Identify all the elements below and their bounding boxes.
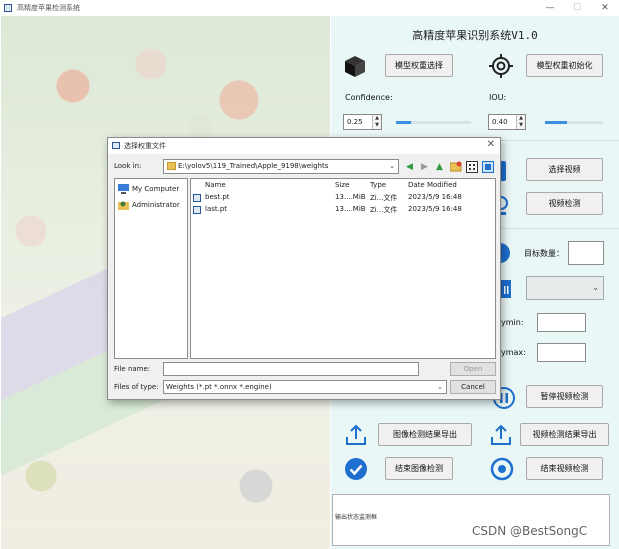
model-init-button[interactable]: 模型权重初始化	[526, 54, 603, 77]
look-in-label: Look in:	[114, 162, 142, 170]
maximize-button[interactable]: ☐	[563, 0, 591, 16]
export-video-button[interactable]: 视频检测结果导出	[520, 423, 609, 446]
confidence-value: 0.25	[347, 118, 363, 126]
col-type[interactable]: Type	[370, 181, 386, 189]
iou-spinbox[interactable]: 0.40 ▲ ▼	[488, 114, 526, 130]
output-status-box: 输出状态监测框	[332, 494, 610, 546]
minimize-button[interactable]: —	[536, 0, 564, 16]
file-row[interactable]: best.pt 13....MiB Zi...文件 2023/5/9 16:48	[191, 192, 495, 204]
up-icon[interactable]: ▲	[433, 160, 446, 173]
stop-image-button[interactable]: 结束图像检测	[385, 457, 453, 480]
iou-label: IOU:	[489, 93, 507, 102]
detail-view-icon[interactable]	[481, 160, 494, 173]
confidence-slider[interactable]	[396, 121, 471, 124]
sidebar-label: My Computer	[132, 185, 180, 193]
list-view-icon[interactable]	[465, 160, 478, 173]
app-title: 高精度苹果识别系统V1.0	[412, 29, 538, 42]
file-name-label: File name:	[114, 365, 151, 373]
open-button[interactable]: Open	[450, 362, 496, 376]
ymax-field	[537, 343, 586, 362]
files-of-type-label: Files of type:	[114, 383, 159, 391]
model-select-button[interactable]: 模型权重选择	[385, 54, 453, 77]
ymin-label: ymin:	[501, 318, 524, 327]
pause-video-button[interactable]: 暂停视频检测	[526, 385, 603, 408]
target-count-field	[568, 241, 604, 265]
dialog-app-icon	[112, 142, 120, 149]
folder-icon	[167, 162, 176, 170]
file-name-input[interactable]	[163, 362, 419, 376]
target-init-icon	[488, 53, 514, 79]
sidebar-item-administrator[interactable]: Administrator	[118, 200, 180, 210]
watermark: CSDN @BestSongC	[472, 524, 588, 538]
iou-value: 0.40	[492, 118, 508, 126]
file-size: 13....MiB	[335, 205, 366, 213]
file-list: ⌃ Name Size Type Date Modified best.pt 1…	[190, 178, 496, 359]
computer-icon	[118, 184, 129, 194]
iou-slider[interactable]	[545, 121, 603, 124]
forward-icon[interactable]: ▶	[418, 160, 431, 173]
video-detect-button[interactable]: 视频检测	[526, 192, 603, 215]
confidence-spinbox[interactable]: 0.25 ▲ ▼	[343, 114, 382, 130]
select-video-button[interactable]: 选择视频	[526, 158, 603, 181]
ymax-label: ymax:	[501, 348, 526, 357]
export-image-icon	[343, 422, 369, 448]
confidence-label: Confidence:	[345, 93, 393, 102]
file-type: Zi...文件	[370, 206, 398, 214]
export-image-button[interactable]: 图像检测结果导出	[378, 423, 472, 446]
look-in-combobox[interactable]: E:\yolov5\119_Trained\Apple_9198\weights…	[163, 159, 399, 174]
chevron-down-icon: ⌄	[592, 283, 599, 292]
class-select-icon	[499, 276, 513, 302]
dialog-close-icon[interactable]: ✕	[487, 139, 495, 150]
chevron-down-icon: ⌄	[437, 383, 443, 391]
window-title: 高精度苹果检测系统	[17, 4, 80, 12]
file-name: best.pt	[205, 193, 230, 201]
file-list-header: ⌃ Name Size Type Date Modified	[191, 179, 495, 192]
file-icon	[193, 194, 201, 202]
check-circle-icon	[343, 456, 369, 482]
file-size: 13....MiB	[335, 193, 366, 201]
dialog-titlebar: 选择权重文件 ✕	[108, 138, 500, 154]
look-in-path: E:\yolov5\119_Trained\Apple_9198\weights	[178, 162, 329, 170]
stop-circle-icon	[489, 456, 515, 482]
file-date: 2023/5/9 16:48	[408, 205, 462, 213]
back-icon[interactable]: ◀	[403, 160, 416, 173]
sort-arrow-icon: ⌃	[259, 178, 265, 183]
file-date: 2023/5/9 16:48	[408, 193, 462, 201]
file-type: Zi...文件	[370, 194, 398, 202]
user-folder-icon	[118, 201, 129, 210]
file-name: last.pt	[205, 205, 228, 213]
target-count-label: 目标数量：	[524, 249, 564, 258]
chevron-down-icon: ⌄	[389, 162, 395, 170]
col-date[interactable]: Date Modified	[408, 181, 457, 189]
sidebar-item-my-computer[interactable]: My Computer	[118, 184, 179, 194]
model-cube-icon	[342, 53, 368, 79]
stop-video-button[interactable]: 结束视频检测	[526, 457, 603, 480]
file-row[interactable]: last.pt 13....MiB Zi...文件 2023/5/9 16:48	[191, 204, 495, 216]
cancel-button[interactable]: Cancel	[450, 380, 496, 394]
close-button[interactable]: ✕	[591, 0, 619, 16]
col-name[interactable]: Name	[205, 181, 226, 189]
spin-arrows-icon[interactable]: ▲ ▼	[516, 115, 525, 129]
output-status-placeholder: 输出状态监测框	[335, 514, 378, 521]
file-icon	[193, 206, 201, 214]
dialog-title: 选择权重文件	[124, 142, 166, 150]
app-icon	[4, 4, 12, 12]
files-of-type-value: Weights (*.pt *.onnx *.engine)	[166, 383, 272, 391]
files-of-type-combobox[interactable]: Weights (*.pt *.onnx *.engine) ⌄	[163, 380, 447, 394]
class-select-dropdown[interactable]: ⌄	[526, 276, 604, 300]
file-dialog: 选择权重文件 ✕ Look in: E:\yolov5\119_Trained\…	[107, 137, 501, 400]
ymin-field	[537, 313, 586, 332]
new-folder-icon[interactable]	[449, 160, 462, 173]
export-video-icon	[488, 422, 514, 448]
sidebar-label: Administrator	[132, 201, 180, 209]
places-sidebar: My Computer Administrator	[114, 178, 188, 359]
col-size[interactable]: Size	[335, 181, 349, 189]
spin-arrows-icon[interactable]: ▲ ▼	[372, 115, 381, 129]
window-titlebar: 高精度苹果检测系统 — ☐ ✕	[0, 0, 619, 16]
